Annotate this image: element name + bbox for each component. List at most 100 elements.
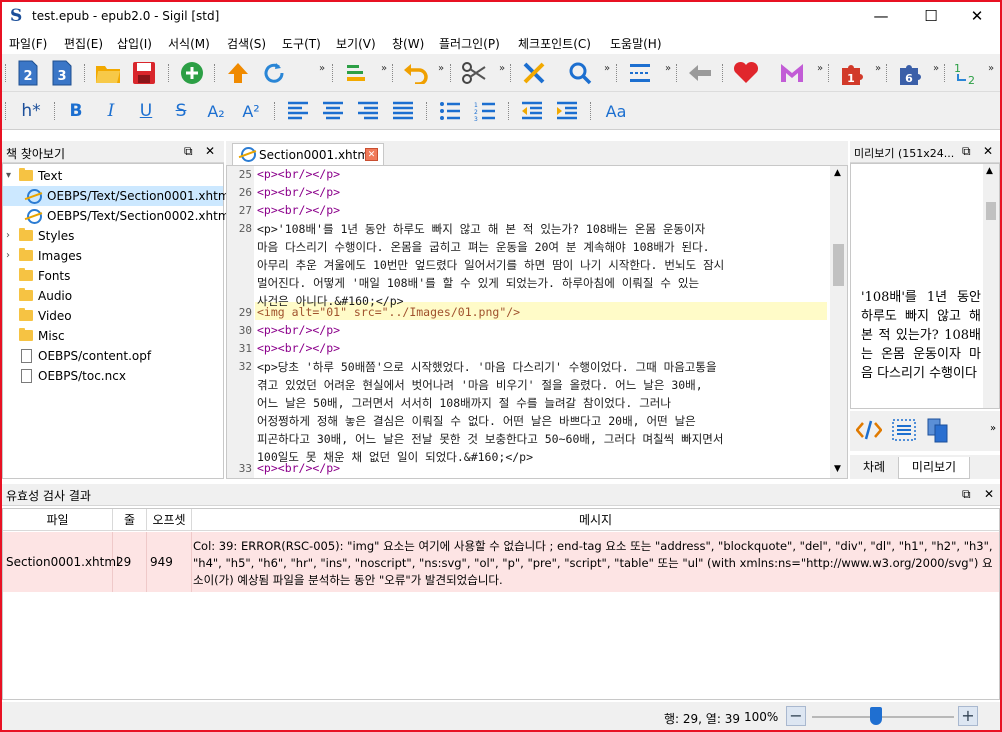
toolbar-grip[interactable] [722,64,725,82]
menu-window[interactable]: 창(W) [392,35,424,52]
underline-button[interactable]: U [132,97,160,125]
tree-folder-misc[interactable]: Misc [3,326,223,346]
menu-file[interactable]: 파일(F) [9,35,47,52]
zoom-in-button[interactable]: + [958,706,978,726]
bold-button[interactable]: B [62,97,90,125]
bullet-list-icon[interactable] [436,97,464,125]
book-3-icon[interactable]: 3 [48,59,76,87]
menu-help[interactable]: 도움말(H) [610,35,662,52]
tab-toc[interactable]: 차례 [852,457,896,479]
toolbar-grip[interactable] [168,64,171,82]
inspect-icon[interactable] [892,419,916,444]
arrow-up-icon[interactable] [224,59,252,87]
toolbar-grip[interactable] [616,64,619,82]
tree-file-section0002[interactable]: OEBPS/Text/Section0002.xhtml [3,206,233,226]
book-2-icon[interactable]: 2 [14,59,42,87]
table-row[interactable]: Section0001.xhtml 29 949 Col: 39: ERROR(… [3,532,999,592]
superscript-button[interactable]: A² [237,97,265,125]
menu-format[interactable]: 서식(M) [168,35,210,52]
toolbar-grip[interactable] [5,102,8,120]
scroll-up-icon[interactable]: ▲ [986,166,993,176]
back-arrow-icon[interactable] [686,59,714,87]
toolbar-overflow-icon[interactable]: » [665,63,671,74]
menu-search[interactable]: 검색(S) [227,35,266,52]
toolbar-overflow-icon[interactable]: » [875,63,881,74]
toolbar-grip[interactable] [590,102,593,120]
undo-icon[interactable] [402,59,430,87]
plugin-6-icon[interactable]: 6 [896,59,924,87]
toolbar-grip[interactable] [828,64,831,82]
subscript-button[interactable]: A₂ [202,97,230,125]
close-window-button[interactable]: ✕ [954,2,1000,30]
tree-folder-images[interactable]: › Images [3,246,223,266]
refresh-icon[interactable] [260,59,288,87]
numbered-tree-icon[interactable]: 12 [952,59,980,87]
menu-tools[interactable]: 도구(T) [282,35,321,52]
tree-folder-fonts[interactable]: Fonts [3,266,223,286]
tab-preview[interactable]: 미리보기 [898,457,970,479]
toolbar-grip[interactable] [676,64,679,82]
toolbar-grip[interactable] [214,64,217,82]
zoom-slider-track[interactable] [812,716,954,718]
maximize-button[interactable]: ☐ [908,2,954,30]
tab-section0001[interactable]: Section0001.xhtml ✕ [232,143,384,165]
editor-scrollbar[interactable]: ▲ ▼ [830,166,847,478]
toolbar-grip[interactable] [450,64,453,82]
tree-file-content-opf[interactable]: OEBPS/content.opf [3,346,223,366]
toolbar-overflow-icon[interactable]: » [990,423,996,434]
italic-button[interactable]: I [97,97,125,125]
menu-edit[interactable]: 편집(E) [64,35,103,52]
toolbar-grip[interactable] [332,64,335,82]
close-panel-icon[interactable]: ✕ [983,144,993,158]
toolbar-overflow-icon[interactable]: » [817,63,823,74]
toolbar-grip[interactable] [84,64,87,82]
marker-icon[interactable] [342,59,370,87]
split-section-icon[interactable] [626,59,654,87]
float-panel-icon[interactable]: ⧉ [184,144,193,159]
toolbar-grip[interactable] [510,64,513,82]
xpath-tool-icon[interactable] [520,59,548,87]
cut-icon[interactable] [460,59,488,87]
menu-insert[interactable]: 삽입(I) [117,35,152,52]
column-header-line[interactable]: 줄 [113,509,147,531]
align-left-icon[interactable] [284,97,312,125]
save-icon[interactable] [130,59,158,87]
code-view-icon[interactable] [855,419,883,444]
tree-file-section0001[interactable]: OEBPS/Text/Section0001.xhtml [3,186,233,206]
tree-folder-styles[interactable]: › Styles [3,226,223,246]
column-header-offset[interactable]: 오프셋 [147,509,192,531]
add-icon[interactable] [178,59,206,87]
indent-icon[interactable] [553,97,581,125]
m-plugin-icon[interactable] [778,59,806,87]
toolbar-grip[interactable] [5,64,8,82]
float-panel-icon[interactable]: ⧉ [962,487,971,502]
toolbar-overflow-icon[interactable]: » [499,63,505,74]
tree-folder-audio[interactable]: Audio [3,286,223,306]
search-icon[interactable] [566,59,594,87]
text-case-button[interactable]: Aa [600,97,632,125]
tree-folder-video[interactable]: Video [3,306,223,326]
align-right-icon[interactable] [354,97,382,125]
toolbar-overflow-icon[interactable]: » [988,63,994,74]
tab-close-icon[interactable]: ✕ [365,148,378,161]
chevron-right-icon[interactable]: › [6,226,10,246]
column-header-message[interactable]: 메시지 [192,509,999,531]
code-editor[interactable]: 25 26 27 28 29 30 31 32 33 <p><br/></p> … [226,165,848,479]
toolbar-grip[interactable] [886,64,889,82]
tree-folder-text[interactable]: ▾ Text [3,166,223,186]
column-header-file[interactable]: 파일 [3,509,113,531]
heading-button[interactable]: h* [14,97,48,125]
toolbar-grip[interactable] [944,64,947,82]
toolbar-grip[interactable] [274,102,277,120]
menu-plugins[interactable]: 플러그인(P) [439,35,500,52]
toolbar-overflow-icon[interactable]: » [933,63,939,74]
preview-scroll-thumb[interactable] [986,202,996,220]
toolbar-overflow-icon[interactable]: » [381,63,387,74]
tree-file-toc-ncx[interactable]: OEBPS/toc.ncx [3,366,223,386]
copy-pages-icon[interactable] [926,417,950,446]
close-panel-icon[interactable]: ✕ [984,487,994,501]
strikethrough-button[interactable]: S [167,97,195,125]
toolbar-grip[interactable] [508,102,511,120]
toolbar-grip[interactable] [54,102,57,120]
toolbar-grip[interactable] [392,64,395,82]
